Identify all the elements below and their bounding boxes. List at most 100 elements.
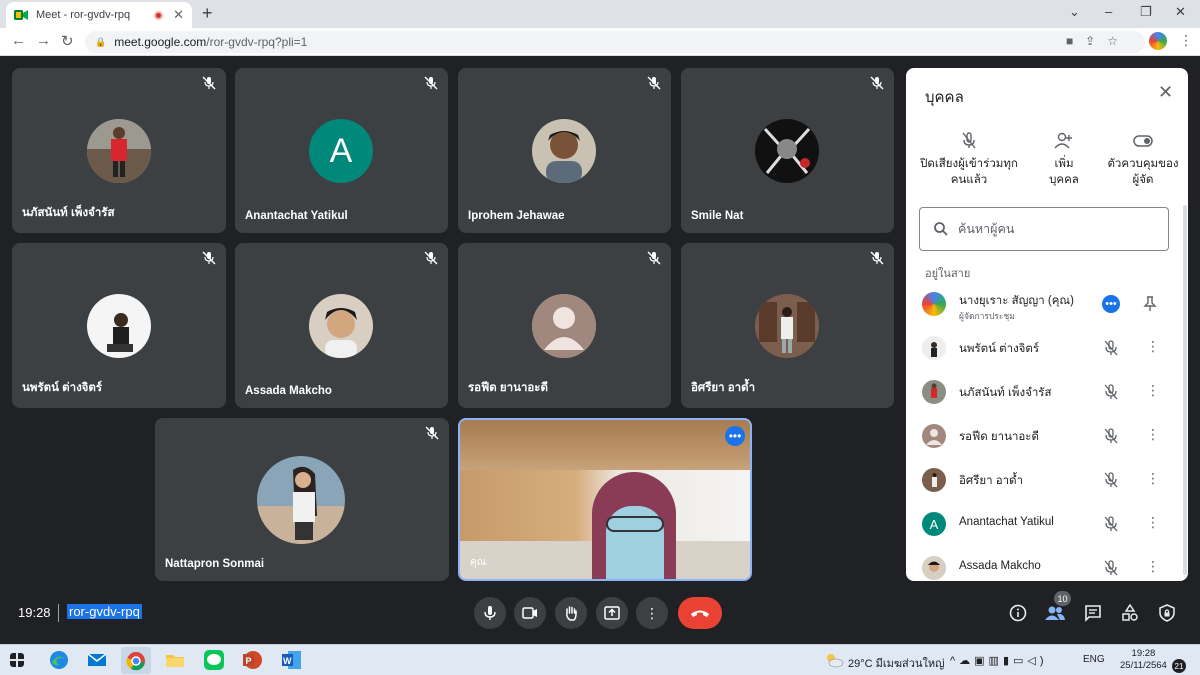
search-people-input[interactable]: ค้นหาผู้คน xyxy=(919,207,1169,251)
new-tab-button[interactable]: + xyxy=(202,3,213,24)
profile-avatar[interactable] xyxy=(1149,32,1167,50)
participant-tile[interactable]: Iprohem Jehawae xyxy=(458,68,671,233)
participant-tile[interactable]: รอฟีด ยานาอะดี xyxy=(458,243,671,408)
action-label: ตัวควบคุมของ xyxy=(1107,158,1179,170)
camera-icon xyxy=(522,607,537,619)
address-bar: ← → ↻ 🔒 meet.google.com/ror-gvdv-rpq?pli… xyxy=(0,28,1200,56)
more-vert-icon[interactable]: ⋮ xyxy=(1146,338,1160,355)
search-icon xyxy=(934,222,948,236)
forward-arrow-icon[interactable]: → xyxy=(36,32,51,49)
activities-shapes-icon xyxy=(1122,604,1138,621)
camera-button[interactable] xyxy=(514,597,546,629)
participant-name: รอฟีด ยานาอะดี xyxy=(959,431,1039,443)
mute-all-button[interactable]: ปิดเสียงผู้เข้าร่วมทุก คนแล้ว xyxy=(920,132,1018,188)
mic-muted-icon[interactable] xyxy=(1103,384,1119,400)
url-host: meet.google.com xyxy=(114,35,207,49)
participant-tile[interactable]: นพรัตน์ ต่างจิตร์ xyxy=(12,243,226,408)
present-icon xyxy=(604,606,620,620)
leave-call-button[interactable] xyxy=(678,597,722,629)
taskbar-clock[interactable]: 19:28 25/11/2564 xyxy=(1120,648,1167,672)
file-explorer-icon[interactable] xyxy=(164,650,186,670)
more-vert-icon[interactable]: ⋮ xyxy=(1146,514,1160,531)
chrome-taskbar-item[interactable] xyxy=(121,647,151,674)
panel-close-icon[interactable]: ✕ xyxy=(1158,82,1173,103)
host-controls-button[interactable] xyxy=(1156,602,1178,624)
participant-role: ผู้จัดการประชุม xyxy=(959,311,1015,321)
minimize-icon[interactable]: – xyxy=(1105,4,1112,19)
browser-menu-icon[interactable]: ⋮ xyxy=(1179,32,1193,49)
participant-tile[interactable]: นภัสนันท์ เพ็งจำรัส xyxy=(12,68,226,233)
participant-name: Nattapron Sonmai xyxy=(165,558,265,570)
chat-button[interactable] xyxy=(1082,602,1104,624)
mic-muted-icon[interactable] xyxy=(1103,340,1119,356)
meeting-details-button[interactable] xyxy=(1007,602,1029,624)
default-person-avatar-icon xyxy=(922,424,946,448)
tab-search-icon[interactable]: ⌄ xyxy=(1069,4,1080,20)
participant-name: นภัสนันท์ เพ็งจำรัส xyxy=(959,387,1052,399)
more-options-button[interactable]: ⋮ xyxy=(636,597,668,629)
mic-icon xyxy=(484,606,496,620)
avatar xyxy=(922,336,946,360)
participant-count-badge: 10 xyxy=(1054,591,1071,606)
back-arrow-icon[interactable]: ← xyxy=(11,32,26,49)
present-screen-button[interactable] xyxy=(596,597,628,629)
action-label: บุคคล xyxy=(1049,174,1079,186)
window-close-icon[interactable]: ✕ xyxy=(1175,4,1186,20)
maximize-icon[interactable]: ❐ xyxy=(1140,4,1152,20)
reload-icon[interactable]: ↻ xyxy=(61,32,74,50)
mic-muted-icon[interactable] xyxy=(1103,516,1119,532)
participant-tile[interactable]: A Anantachat Yatikul xyxy=(235,68,448,233)
action-label: ผู้จัด xyxy=(1132,174,1154,186)
notification-count-badge[interactable]: 21 xyxy=(1172,659,1186,673)
mic-muted-icon[interactable] xyxy=(1103,472,1119,488)
more-vert-icon[interactable]: ⋮ xyxy=(1146,558,1160,575)
weather-text[interactable]: 29°C มีเมฆส่วนใหญ่ xyxy=(848,654,944,672)
self-video-tile[interactable]: ••• คุณ xyxy=(458,418,752,581)
participant-tile[interactable]: Nattapron Sonmai xyxy=(155,418,449,581)
input-language[interactable]: ENG xyxy=(1083,654,1105,665)
system-tray-icons[interactable]: ^☁▣▥▮▭◁) xyxy=(950,654,1048,667)
mic-muted-icon[interactable] xyxy=(1103,428,1119,444)
avatar-letter: A xyxy=(922,512,946,536)
participant-options-button[interactable]: ••• xyxy=(1102,295,1120,313)
participant-tile[interactable]: อิศรียา อาด้ำ xyxy=(681,243,894,408)
pin-icon[interactable] xyxy=(1143,296,1157,312)
url-path: /ror-gvdv-rpq?pli=1 xyxy=(206,35,308,49)
participant-tile[interactable]: Smile Nat xyxy=(681,68,894,233)
participant-name: Anantachat Yatikul xyxy=(245,210,348,222)
mic-muted-icon[interactable] xyxy=(1103,560,1119,576)
mic-muted-icon xyxy=(647,251,661,265)
participant-name: Anantachat Yatikul xyxy=(959,516,1054,528)
mic-off-icon xyxy=(962,132,976,149)
raise-hand-button[interactable] xyxy=(555,597,587,629)
self-tile-more-options-button[interactable]: ••• xyxy=(725,426,745,446)
windows-start-icon[interactable] xyxy=(10,653,24,667)
more-vert-icon: ⋮ xyxy=(645,604,659,621)
participant-name: Smile Nat xyxy=(691,210,744,222)
omnibox-action-icons[interactable]: ■⇪☆ xyxy=(1066,34,1130,48)
edge-browser-icon[interactable] xyxy=(48,650,70,670)
activities-button[interactable] xyxy=(1119,602,1141,624)
search-placeholder: ค้นหาผู้คน xyxy=(958,222,1015,236)
browser-tab[interactable]: Meet - ror-gvdv-rpq ✕ xyxy=(6,2,192,28)
more-vert-icon[interactable]: ⋮ xyxy=(1146,470,1160,487)
line-app-icon[interactable] xyxy=(203,650,225,670)
panel-scrollbar[interactable] xyxy=(1183,205,1187,575)
tab-close-icon[interactable]: ✕ xyxy=(173,7,184,23)
powerpoint-icon[interactable]: P xyxy=(241,650,263,670)
more-vert-icon[interactable]: ⋮ xyxy=(1146,426,1160,443)
host-controls-toggle[interactable]: ตัวควบคุมของ ผู้จัด xyxy=(1104,132,1182,188)
mic-button[interactable] xyxy=(474,597,506,629)
more-vert-icon[interactable]: ⋮ xyxy=(1146,382,1160,399)
add-people-button[interactable]: เพิ่ม บุคคล xyxy=(1033,132,1095,188)
avatar xyxy=(922,292,946,316)
mail-icon[interactable] xyxy=(86,650,108,670)
action-label: ปิดเสียงผู้เข้าร่วมทุก xyxy=(920,158,1018,170)
avatar xyxy=(755,294,819,358)
participant-row: รอฟีด ยานาอะดี ⋮ xyxy=(906,414,1188,458)
word-icon[interactable]: W xyxy=(280,650,302,670)
url-field[interactable]: 🔒 meet.google.com/ror-gvdv-rpq?pli=1 xyxy=(85,31,1145,53)
participant-name: นพรัตน์ ต่างจิตร์ xyxy=(22,382,103,394)
participant-tile[interactable]: Assada Makcho xyxy=(235,243,448,408)
mic-muted-icon xyxy=(647,76,661,90)
